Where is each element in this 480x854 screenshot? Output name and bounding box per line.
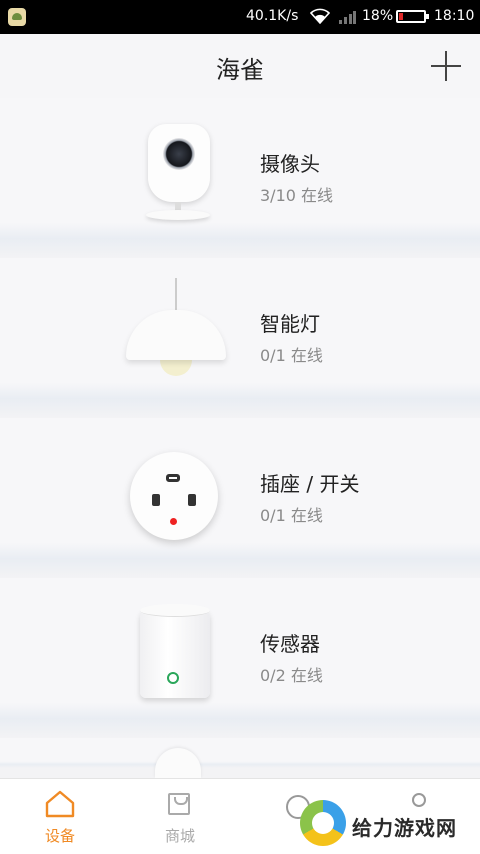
nav-label: 设备 [44, 827, 75, 845]
device-list: 摄像头 3/10 在线 智能灯 0/1 在线 插座 / 开关 0/1 在线 传感… [0, 98, 480, 778]
device-name: 插座 / 开关 [260, 472, 360, 496]
app-header: 海雀 [0, 34, 480, 98]
clock-time: 18:10 [434, 8, 475, 24]
device-card-partial[interactable] [0, 738, 480, 778]
page-title: 海雀 [216, 56, 264, 84]
watermark-logo-icon [300, 800, 346, 846]
watermark-text: 给力游戏网 [352, 816, 457, 840]
status-bar: 40.1K/s 18% 18:10 [0, 0, 480, 34]
device-name: 摄像头 [260, 152, 320, 176]
device-card-sensor[interactable]: 传感器 0/2 在线 [0, 578, 480, 738]
device-status: 0/1 在线 [260, 346, 323, 365]
home-icon [45, 790, 75, 818]
network-speed: 40.1K/s [246, 8, 299, 24]
battery-icon [396, 10, 429, 23]
site-watermark: 给力游戏网 [300, 800, 480, 853]
socket-icon [120, 418, 235, 558]
device-name: 智能灯 [260, 312, 320, 336]
wifi-icon [310, 8, 330, 24]
camera-icon [120, 98, 235, 238]
sensor-led [167, 672, 179, 684]
battery-fill [399, 13, 404, 20]
socket-indicator-dot [170, 518, 177, 525]
sensor-icon [120, 578, 235, 718]
device-card-socket[interactable]: 插座 / 开关 0/1 在线 [0, 418, 480, 578]
nav-tab-devices[interactable]: 设备 [0, 779, 120, 854]
device-card-camera[interactable]: 摄像头 3/10 在线 [0, 98, 480, 258]
device-card-lamp[interactable]: 智能灯 0/1 在线 [0, 258, 480, 418]
signal-icon [339, 11, 356, 24]
device-preview-icon [155, 748, 201, 778]
nav-label: 商城 [164, 827, 195, 845]
nav-tab-shop[interactable]: 商城 [120, 779, 240, 854]
app-notification-icon [8, 8, 26, 26]
device-status: 0/2 在线 [260, 666, 323, 685]
device-name: 传感器 [260, 632, 320, 656]
battery-percent: 18% [362, 8, 394, 24]
shopping-bag-icon [168, 793, 190, 815]
device-status: 0/1 在线 [260, 506, 323, 525]
lamp-icon [120, 258, 235, 398]
device-status: 3/10 在线 [260, 186, 334, 205]
add-device-button[interactable] [428, 48, 464, 84]
